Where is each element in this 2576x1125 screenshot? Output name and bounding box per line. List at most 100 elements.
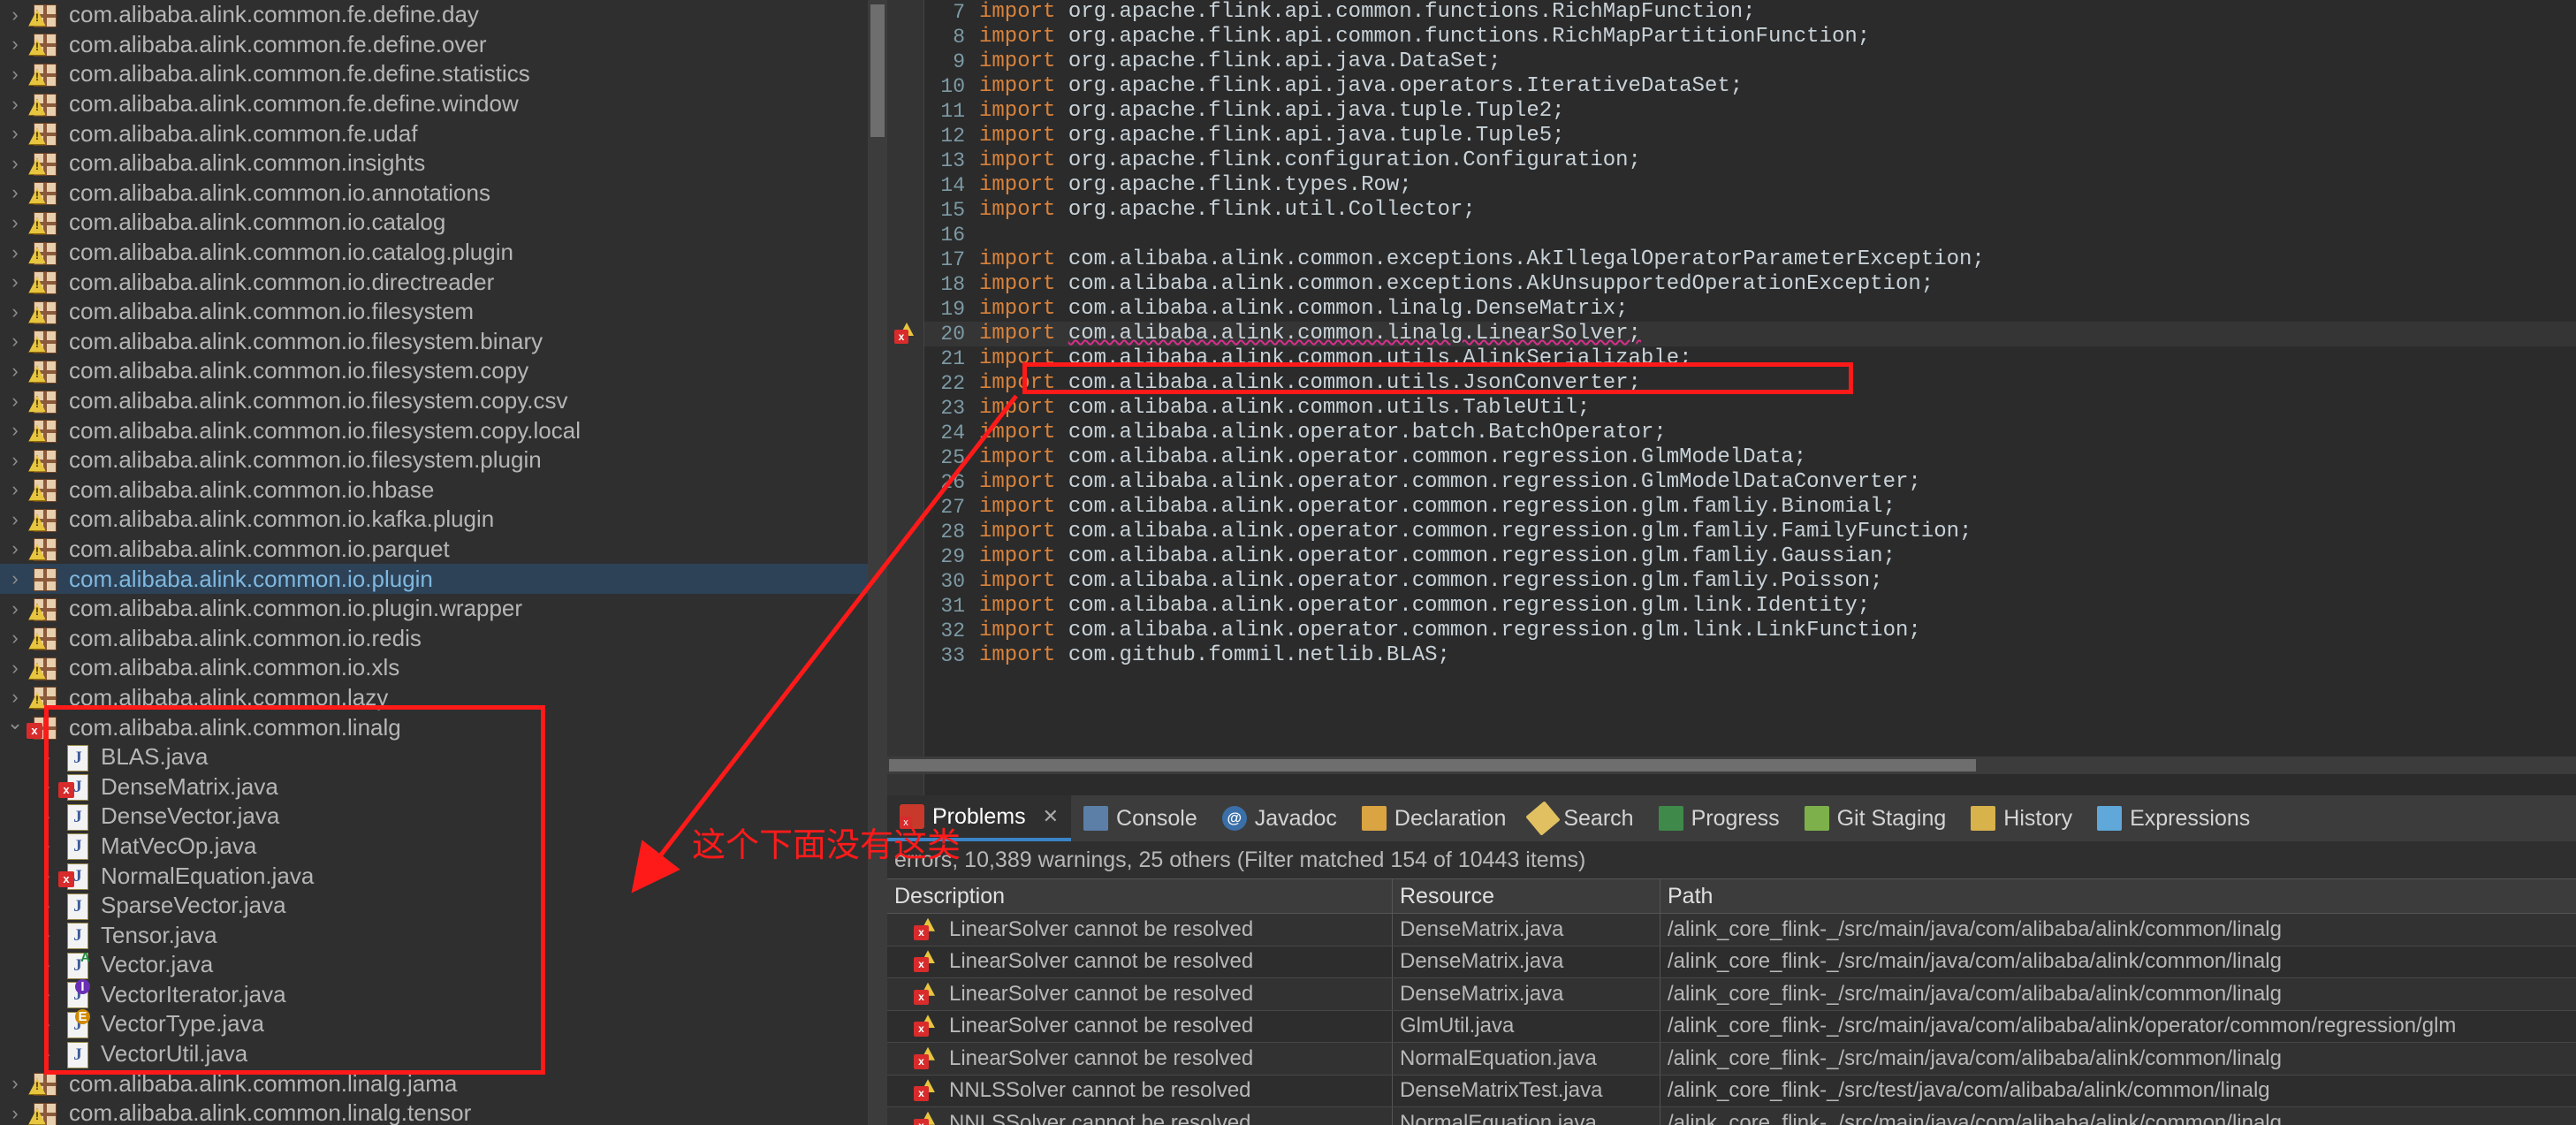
chevron-right-icon[interactable] xyxy=(0,1104,30,1123)
chevron-right-icon[interactable] xyxy=(32,896,62,916)
table-row[interactable]: x LinearSolver cannot be resolved DenseMat… xyxy=(887,946,2576,978)
explorer-scroll-thumb[interactable] xyxy=(870,4,885,137)
code-line[interactable]: 31 import com.alibaba.alink.operator.comm… xyxy=(924,594,2576,619)
code-line[interactable]: 33 import com.github.fommil.netlib.BLAS; xyxy=(924,643,2576,668)
code-line[interactable]: 30 import com.alibaba.alink.operator.comm… xyxy=(924,569,2576,594)
table-row[interactable]: x LinearSolver cannot be resolved NormalEq… xyxy=(887,1043,2576,1076)
chevron-right-icon[interactable] xyxy=(0,628,30,648)
chevron-right-icon[interactable] xyxy=(32,866,62,886)
code-line[interactable]: 12 import org.apache.flink.api.java.tuple… xyxy=(924,124,2576,148)
cell-description[interactable]: x LinearSolver cannot be resolved xyxy=(887,914,1393,946)
tree-item-package[interactable]: com.alibaba.alink.common.io.filesystem xyxy=(0,297,887,327)
table-row[interactable]: x NNLSSolver cannot be resolved NormalEqua… xyxy=(887,1107,2576,1125)
tree-item-java-file[interactable]: DenseMatrix.java xyxy=(0,772,887,802)
tree-item-package[interactable]: com.alibaba.alink.common.io.hbase xyxy=(0,475,887,505)
cell-description[interactable]: x NNLSSolver cannot be resolved xyxy=(887,1075,1393,1106)
cell-path[interactable]: /alink_core_flink-_/src/test/java/com/al… xyxy=(1660,1076,2576,1107)
code-line[interactable]: 14 import org.apache.flink.types.Row; xyxy=(924,173,2576,198)
tab-problems[interactable]: Problems ✕ xyxy=(887,795,1072,841)
column-header-path[interactable]: Path xyxy=(1660,879,2576,913)
tree-item-package[interactable]: com.alibaba.alink.common.io.parquet xyxy=(0,535,887,565)
cell-resource[interactable]: NormalEquation.java xyxy=(1393,1107,1660,1125)
code-line[interactable]: 23 import com.alibaba.alink.common.utils.… xyxy=(924,396,2576,421)
code-line[interactable]: 25 import com.alibaba.alink.operator.comm… xyxy=(924,445,2576,470)
chevron-right-icon[interactable] xyxy=(0,688,30,707)
chevron-right-icon[interactable] xyxy=(0,539,30,559)
tree-item-java-file[interactable]: MatVecOp.java xyxy=(0,832,887,862)
tree-item-package[interactable]: com.alibaba.alink.common.io.annotations xyxy=(0,179,887,209)
cell-resource[interactable]: NormalEquation.java xyxy=(1393,1043,1660,1075)
cell-description[interactable]: x NNLSSolver cannot be resolved xyxy=(887,1107,1393,1125)
problems-view[interactable]: Problems ✕ Console @ Javadoc Declaration Searc… xyxy=(887,795,2576,1125)
cell-path[interactable]: /alink_core_flink-_/src/main/java/com/al… xyxy=(1660,1011,2576,1043)
package-explorer-panel[interactable]: com.alibaba.alink.common.fe.define.dayco… xyxy=(0,0,887,1125)
tab-search[interactable]: Search xyxy=(1518,795,1645,841)
chevron-right-icon[interactable] xyxy=(32,1015,62,1034)
cell-path[interactable]: /alink_core_flink-_/src/main/java/com/al… xyxy=(1660,914,2576,946)
code-line[interactable]: 13 import org.apache.flink.configuration.… xyxy=(924,148,2576,173)
chevron-right-icon[interactable] xyxy=(32,955,62,975)
code-line[interactable]: 19 import com.alibaba.alink.common.linalg… xyxy=(924,297,2576,322)
tree-item-java-file[interactable]: BLAS.java xyxy=(0,742,887,772)
tree-item-package[interactable]: com.alibaba.alink.common.io.directreader xyxy=(0,267,887,297)
chevron-right-icon[interactable] xyxy=(0,183,30,202)
tree-item-package[interactable]: com.alibaba.alink.common.fe.define.stati… xyxy=(0,59,887,89)
cell-resource[interactable]: DenseMatrixTest.java xyxy=(1393,1075,1660,1106)
code-line[interactable]: 27 import com.alibaba.alink.operator.comm… xyxy=(924,495,2576,520)
chevron-right-icon[interactable] xyxy=(32,777,62,796)
code-line[interactable]: 9 import org.apache.flink.api.java.DataSe… xyxy=(924,49,2576,74)
code-line[interactable]: 22 import com.alibaba.alink.common.utils.… xyxy=(924,371,2576,396)
table-row[interactable]: x NNLSSolver cannot be resolved DenseMatri… xyxy=(887,1075,2576,1107)
chevron-down-icon[interactable] xyxy=(0,718,30,737)
tab-javadoc[interactable]: @ Javadoc xyxy=(1210,795,1349,841)
tree-item-package[interactable]: com.alibaba.alink.common.fe.udaf xyxy=(0,118,887,148)
tree-item-package[interactable]: com.alibaba.alink.common.io.catalog.plug… xyxy=(0,238,887,268)
code-editor[interactable]: x 7 import org.apache.flink.api.common.fu… xyxy=(887,0,2576,795)
tree-item-java-file[interactable]: DenseVector.java xyxy=(0,802,887,832)
cell-description[interactable]: x LinearSolver cannot be resolved xyxy=(887,1010,1393,1042)
chevron-right-icon[interactable] xyxy=(32,836,62,855)
chevron-right-icon[interactable] xyxy=(32,807,62,826)
chevron-right-icon[interactable] xyxy=(0,599,30,619)
code-line[interactable]: 17 import com.alibaba.alink.common.except… xyxy=(924,247,2576,272)
cell-path[interactable]: /alink_core_flink-_/src/main/java/com/al… xyxy=(1660,1107,2576,1125)
cell-description[interactable]: x LinearSolver cannot be resolved xyxy=(887,946,1393,977)
view-tab-bar[interactable]: Problems ✕ Console @ Javadoc Declaration Searc… xyxy=(887,795,2576,841)
cell-path[interactable]: /alink_core_flink-_/src/main/java/com/al… xyxy=(1660,1043,2576,1075)
chevron-right-icon[interactable] xyxy=(0,243,30,262)
chevron-right-icon[interactable] xyxy=(0,272,30,292)
chevron-right-icon[interactable] xyxy=(0,302,30,322)
chevron-right-icon[interactable] xyxy=(0,95,30,114)
chevron-right-icon[interactable] xyxy=(0,391,30,411)
tree-item-package[interactable]: com.alibaba.alink.common.fe.define.over xyxy=(0,30,887,60)
tree-item-package[interactable]: com.alibaba.alink.common.insights xyxy=(0,148,887,179)
problems-table[interactable]: Description Resource Path x LinearSolver … xyxy=(887,878,2576,1125)
close-icon[interactable]: ✕ xyxy=(1043,805,1059,828)
editor-hscroll-thumb[interactable] xyxy=(889,759,1976,772)
column-header-description[interactable]: Description xyxy=(887,879,1393,913)
chevron-right-icon[interactable] xyxy=(0,361,30,381)
table-row[interactable]: x LinearSolver cannot be resolved DenseMat… xyxy=(887,914,2576,946)
cell-resource[interactable]: GlmUtil.java xyxy=(1393,1010,1660,1042)
tree-item-package[interactable]: com.alibaba.alink.common.io.plugin xyxy=(0,564,887,594)
chevron-right-icon[interactable] xyxy=(0,65,30,84)
code-lines[interactable]: 7 import org.apache.flink.api.common.func… xyxy=(924,0,2576,778)
tree-item-package[interactable]: com.alibaba.alink.common.io.catalog xyxy=(0,208,887,238)
tree-item-java-file[interactable]: I VectorIterator.java xyxy=(0,979,887,1010)
tab-history[interactable]: History xyxy=(1958,795,2085,841)
explorer-scrollbar[interactable] xyxy=(868,0,887,1125)
editor-horizontal-scrollbar[interactable] xyxy=(887,756,2576,774)
tab-git-staging[interactable]: Git Staging xyxy=(1792,795,1959,841)
code-line[interactable]: 24 import com.alibaba.alink.operator.batc… xyxy=(924,421,2576,445)
tree-item-package[interactable]: com.alibaba.alink.common.io.kafka.plugin xyxy=(0,505,887,535)
table-row[interactable]: x LinearSolver cannot be resolved GlmUtil.… xyxy=(887,1010,2576,1043)
tree-item-package[interactable]: com.alibaba.alink.common.io.filesystem.c… xyxy=(0,386,887,416)
tab-declaration[interactable]: Declaration xyxy=(1349,795,1518,841)
tree-item-java-file[interactable]: VectorUtil.java xyxy=(0,1039,887,1069)
code-line[interactable]: 26 import com.alibaba.alink.operator.comm… xyxy=(924,470,2576,495)
tree-item-package[interactable]: com.alibaba.alink.common.fe.define.windo… xyxy=(0,89,887,119)
code-line[interactable]: 10 import org.apache.flink.api.java.opera… xyxy=(924,74,2576,99)
code-line[interactable]: 29 import com.alibaba.alink.operator.comm… xyxy=(924,544,2576,569)
tree-item-package[interactable]: com.alibaba.alink.common.io.filesystem.c… xyxy=(0,415,887,445)
code-line[interactable]: 20 import com.alibaba.alink.common.linalg… xyxy=(924,322,2576,346)
